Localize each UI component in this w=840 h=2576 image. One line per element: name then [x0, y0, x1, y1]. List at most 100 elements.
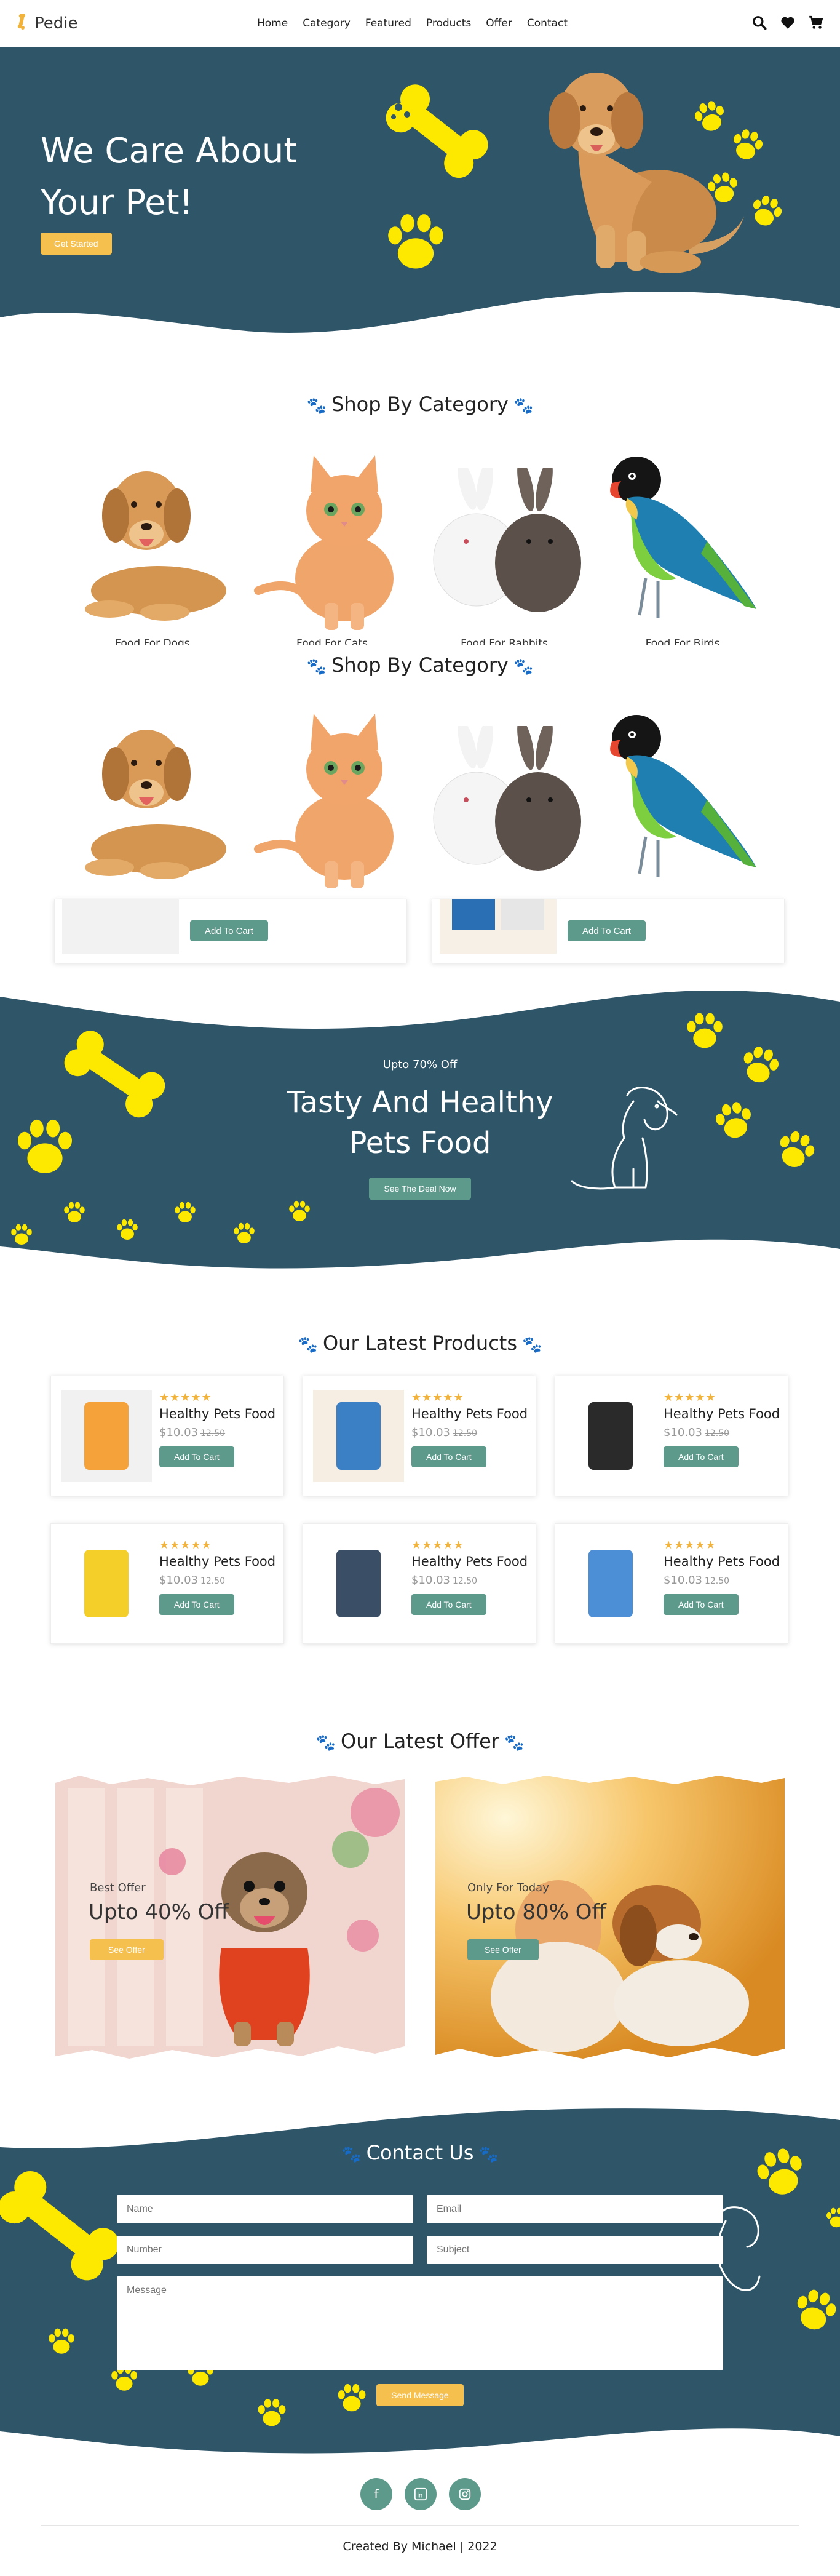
product-image[interactable]	[61, 1537, 152, 1630]
product-name[interactable]: Healthy Pets Food	[664, 1406, 780, 1421]
product-info: ★★★★★ Healthy Pets Food $10.03 12.50 Add To …	[411, 1539, 528, 1615]
svg-text:in: in	[418, 2492, 423, 2500]
bone-logo-icon	[17, 13, 31, 34]
get-started-button[interactable]: Get Started	[41, 233, 112, 255]
see-offer-button[interactable]: See Offer	[90, 1939, 164, 1960]
paw-print-icon	[175, 1202, 196, 1222]
product-image[interactable]	[313, 1390, 404, 1482]
nav-products[interactable]: Products	[426, 17, 471, 30]
see-deal-button[interactable]: See The Deal Now	[369, 1178, 471, 1200]
contact-heading: 🐾 Contact Us 🐾	[0, 2141, 840, 2164]
paw-icon: 🐾	[341, 2145, 362, 2164]
product-name[interactable]: Healthy Pets Food	[664, 1554, 780, 1569]
product-card: ★★★★★ Healthy Pets Food $10.03 12.50 Add To …	[555, 1523, 788, 1644]
add-to-cart-button[interactable]: Add To Cart	[411, 1446, 486, 1467]
message-textarea[interactable]	[117, 2276, 723, 2370]
product-image[interactable]	[565, 1537, 656, 1630]
category-cat-image[interactable]	[252, 449, 412, 634]
paw-icon: 🐾	[478, 2145, 499, 2164]
see-offer-button[interactable]: See Offer	[467, 1939, 539, 1960]
add-to-cart-button[interactable]: Add To Cart	[664, 1594, 739, 1615]
category-rabbit-image[interactable]	[424, 726, 590, 880]
add-to-cart-button[interactable]: Add To Cart	[568, 920, 646, 941]
cart-icon[interactable]	[808, 15, 824, 33]
product-name[interactable]: Healthy Pets Food	[159, 1554, 275, 1569]
product-price: $10.03 12.50	[159, 1574, 226, 1587]
linkedin-icon[interactable]: in	[405, 2478, 437, 2510]
hero-title: We Care About Your Pet!	[41, 131, 298, 223]
category-row	[0, 443, 840, 646]
offer-title-2: Upto 80% Off	[466, 1900, 606, 1924]
add-to-cart-button[interactable]: Add To Cart	[159, 1594, 234, 1615]
brand-logo[interactable]: Pedie	[17, 13, 78, 34]
product-card: ★★★★★ Healthy Pets Food $10.03 12.50 Add To …	[50, 1376, 284, 1496]
offer-title-1: Upto 40% Off	[89, 1900, 229, 1924]
nav-featured[interactable]: Featured	[365, 17, 411, 30]
offers-heading: 🐾 Our Latest Offer 🐾	[0, 1729, 840, 1753]
category-bird-image[interactable]	[603, 708, 769, 892]
heart-icon[interactable]	[780, 15, 796, 33]
category-heading: 🐾 Shop By Category 🐾	[0, 393, 840, 416]
rating-stars: ★★★★★	[159, 1539, 212, 1552]
product-card: ★★★★★ Healthy Pets Food $10.03 12.50 Add To …	[303, 1523, 536, 1644]
site-header: Pedie Home Category Featured Products Of…	[0, 0, 840, 47]
send-message-button[interactable]: Send Message	[376, 2384, 464, 2406]
category-title-duplicate: Shop By Category	[331, 653, 509, 677]
category-dog-image[interactable]	[73, 714, 239, 886]
category-cat-image[interactable]	[252, 708, 412, 892]
instagram-icon[interactable]	[449, 2478, 481, 2510]
add-to-cart-button[interactable]: Add To Cart	[159, 1446, 234, 1467]
product-image[interactable]	[565, 1390, 656, 1482]
offer-card-1[interactable]: Best Offer Upto 40% Off See Offer	[55, 1776, 405, 2059]
nav-contact[interactable]: Contact	[527, 17, 568, 30]
product-price: $10.03 12.50	[664, 1574, 730, 1587]
product-info: ★★★★★ Healthy Pets Food $10.03 12.50 Add To …	[159, 1391, 275, 1467]
rating-stars: ★★★★★	[664, 1391, 716, 1404]
paw-icon: 🐾	[504, 1734, 525, 1752]
send-button-wrap: Send Message	[0, 2384, 840, 2406]
nav-home[interactable]: Home	[257, 17, 288, 30]
contact-title: Contact Us	[366, 2141, 474, 2164]
product-price: $10.03 12.50	[664, 1426, 730, 1439]
number-input[interactable]	[117, 2236, 413, 2264]
search-icon[interactable]	[751, 15, 767, 33]
offer-card-2[interactable]: Only For Today Upto 80% Off See Offer	[435, 1776, 785, 2059]
add-to-cart-button[interactable]: Add To Cart	[664, 1446, 739, 1467]
category-title: Shop By Category	[331, 393, 509, 416]
category-rabbit-image[interactable]	[424, 468, 590, 621]
nav-category[interactable]: Category	[303, 17, 351, 30]
product-image[interactable]	[61, 1390, 152, 1482]
paw-print-icon	[49, 2328, 74, 2354]
facebook-icon[interactable]: f	[360, 2478, 392, 2510]
banner-title-line2: Pets Food	[349, 1126, 491, 1160]
paw-icon: 🐾	[513, 658, 534, 676]
category-bird-image[interactable]	[603, 449, 769, 634]
product-name[interactable]: Healthy Pets Food	[159, 1406, 275, 1421]
product-name[interactable]: Healthy Pets Food	[411, 1554, 528, 1569]
brand-name: Pedie	[34, 14, 78, 33]
banner-button-wrap: See The Deal Now	[0, 1178, 840, 1200]
product-image[interactable]	[313, 1537, 404, 1630]
paw-print-icon	[687, 1013, 723, 1048]
paw-print-icon	[234, 1222, 255, 1243]
paw-print-icon	[826, 2207, 840, 2228]
product-info: ★★★★★ Healthy Pets Food $10.03 12.50 Add To …	[664, 1539, 780, 1615]
paw-print-icon	[694, 101, 724, 131]
paw-print-icon	[289, 1200, 310, 1221]
hero-section: We Care About Your Pet! Get Started	[0, 47, 840, 336]
name-input[interactable]	[117, 2195, 413, 2223]
paw-icon: 🐾	[306, 397, 327, 415]
email-input[interactable]	[427, 2195, 723, 2223]
category-dog-image[interactable]	[73, 455, 239, 628]
paw-print-icon	[797, 2289, 836, 2330]
products-heading: 🐾 Our Latest Products 🐾	[0, 1331, 840, 1355]
product-name[interactable]: Healthy Pets Food	[411, 1406, 528, 1421]
add-to-cart-button[interactable]: Add To Cart	[190, 920, 268, 941]
product-card: ★★★★★ Healthy Pets Food $10.03 12.50 Add To …	[303, 1376, 536, 1496]
deal-banner: Upto 70% Off Tasty And Healthy Pets Food…	[0, 984, 840, 1280]
nav-offer[interactable]: Offer	[486, 17, 512, 30]
paw-print-icon	[734, 129, 763, 159]
add-to-cart-button[interactable]: Add To Cart	[411, 1594, 486, 1615]
paw-print-icon	[117, 1219, 138, 1240]
subject-input[interactable]	[427, 2236, 723, 2264]
